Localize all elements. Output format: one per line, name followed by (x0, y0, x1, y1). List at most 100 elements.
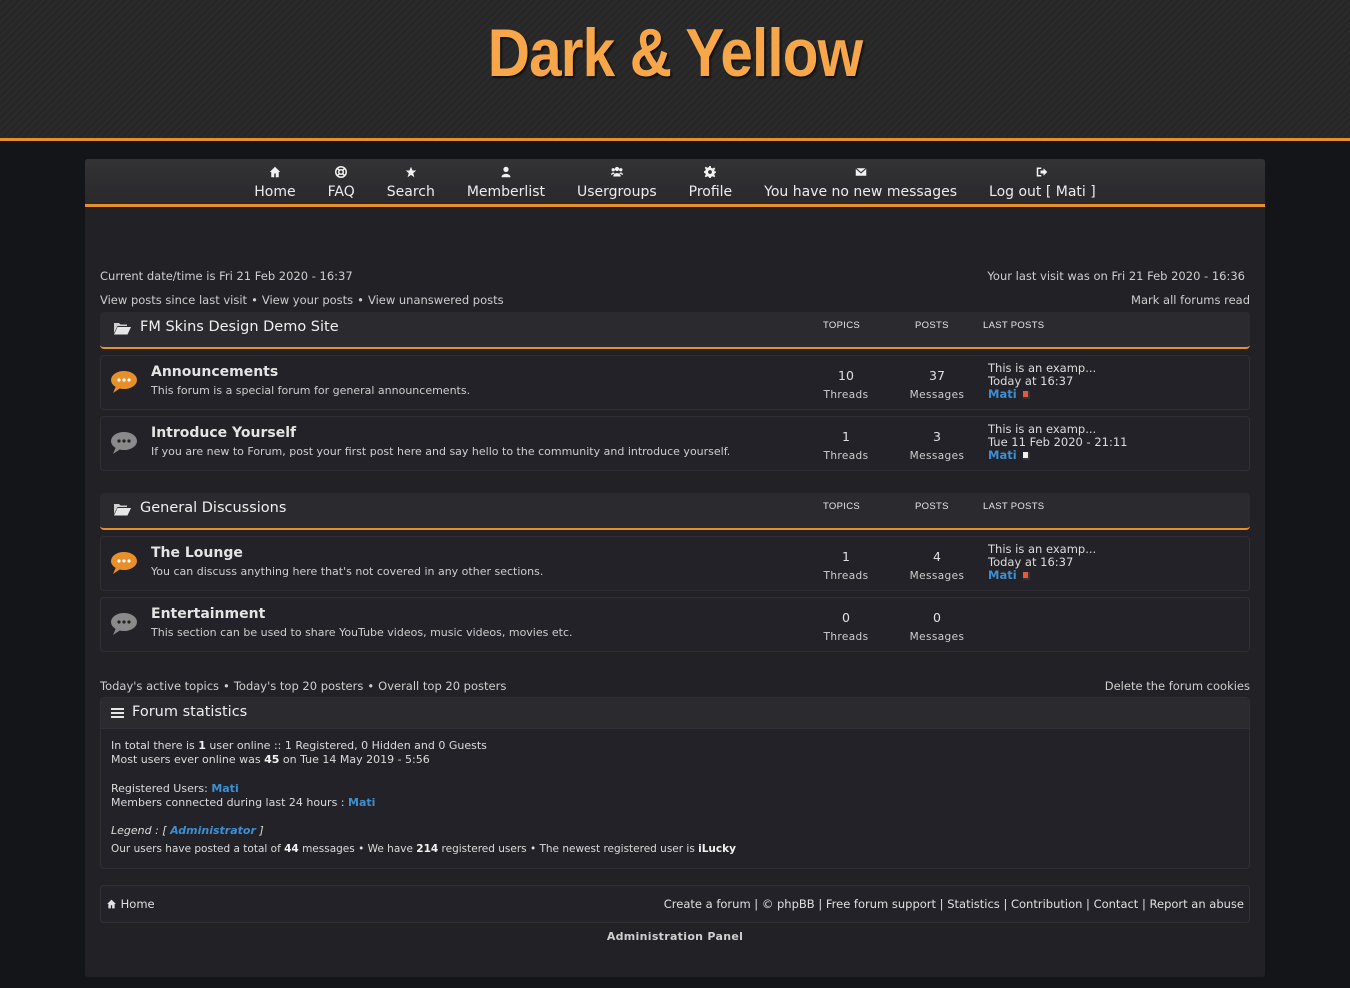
forum-row: Announcements This forum is a special fo… (100, 355, 1250, 410)
stats-title: Forum statistics (132, 704, 248, 720)
free-forum-support-link[interactable]: Free forum support (826, 897, 936, 911)
column-header-last-posts: LAST POSTS (983, 320, 1045, 331)
administration-panel-link[interactable]: Administration Panel (100, 930, 1250, 943)
view-unanswered-posts-link[interactable]: View unanswered posts (368, 293, 504, 307)
site-title[interactable]: Dark & Yellow (95, 14, 1256, 92)
posts-number: 4 (933, 549, 941, 564)
posts-label: Messages (909, 631, 965, 643)
separator: • (357, 293, 364, 307)
footer-bar: Home Create a forum | © phpBB | Free for… (100, 885, 1250, 923)
stats-body: In total there is 1 user online :: 1 Reg… (101, 729, 1249, 867)
nav-profile[interactable]: Profile (673, 165, 749, 200)
separator: • (367, 679, 375, 693)
registered-user-link[interactable]: Mati (211, 782, 238, 795)
nav-logout[interactable]: Log out [ Mati ] (973, 165, 1112, 200)
nav-label: Usergroups (577, 184, 657, 200)
legend-administrator-link[interactable]: Administrator (170, 824, 256, 837)
members-last-24h: Members connected during last 24 hours :… (111, 795, 376, 809)
forum-description: If you are new to Forum, post your first… (151, 445, 731, 458)
connected-user-link[interactable]: Mati (348, 796, 375, 809)
forum-statistics-panel: Forum statistics In total there is 1 use… (100, 697, 1250, 869)
nav-faq[interactable]: FAQ (312, 165, 371, 200)
report-abuse-link[interactable]: Report an abuse (1150, 897, 1244, 911)
site-header: Dark & Yellow (0, 0, 1350, 141)
last-post-user[interactable]: Mati (988, 448, 1017, 462)
column-header-topics: TOPICS (823, 501, 860, 512)
contact-link[interactable]: Contact (1094, 897, 1139, 911)
last-post: This is an examp... Today at 16:37 Mati (988, 362, 1096, 401)
users-online: In total there is 1 user online :: 1 Reg… (111, 739, 487, 752)
goto-last-post-icon[interactable] (1022, 572, 1030, 580)
posts-count: 0 Messages (897, 598, 977, 643)
list-icon (111, 708, 124, 720)
delete-cookies-link[interactable]: Delete the forum cookies (1105, 679, 1250, 693)
todays-active-topics-link[interactable]: Today's active topics (100, 679, 219, 693)
last-post: This is an examp... Today at 16:37 Mati (988, 543, 1096, 582)
logout-icon (1036, 165, 1048, 179)
goto-last-post-icon[interactable] (1022, 452, 1030, 460)
column-header-last-posts: LAST POSTS (983, 501, 1045, 512)
column-header-posts: POSTS (915, 501, 949, 512)
topics-label: Threads (823, 389, 869, 401)
forum-name[interactable]: The Lounge (151, 545, 243, 561)
view-posts-since-last-visit-link[interactable]: View posts since last visit (100, 293, 247, 307)
column-header-topics: TOPICS (823, 320, 860, 331)
footer-home-label: Home (120, 897, 155, 911)
forum-name[interactable]: Introduce Yourself (151, 425, 296, 441)
nav-home[interactable]: Home (238, 165, 311, 200)
nav-search[interactable]: Search (371, 165, 451, 200)
separator: • (223, 679, 230, 693)
forum-name[interactable]: Entertainment (151, 606, 265, 622)
mark-all-read-link[interactable]: Mark all forums read (1131, 293, 1250, 307)
users-icon (610, 165, 623, 179)
posts-count: 37 Messages (897, 356, 977, 401)
todays-top-posters-link[interactable]: Today's top 20 posters (234, 679, 364, 693)
time-info-row: Current date/time is Fri 21 Feb 2020 - 1… (100, 269, 1250, 283)
phpbb-link[interactable]: © phpBB (762, 897, 815, 911)
forum-read-icon (110, 612, 138, 639)
posts-number: 0 (933, 610, 941, 625)
last-post-user[interactable]: Mati (988, 568, 1017, 582)
stats-header: Forum statistics (101, 698, 1249, 729)
contribution-link[interactable]: Contribution (1011, 897, 1082, 911)
nav-memberlist[interactable]: Memberlist (451, 165, 561, 200)
star-icon (405, 165, 417, 179)
topics-label: Threads (823, 570, 869, 582)
bottom-links-row: Today's active topics • Today's top 20 pos… (100, 679, 1250, 693)
last-visit: Your last visit was on Fri 21 Feb 2020 -… (987, 269, 1245, 283)
forum-read-icon (110, 431, 138, 458)
forum-name[interactable]: Announcements (151, 364, 278, 380)
posts-number: 3 (933, 429, 941, 444)
statistics-link[interactable]: Statistics (947, 897, 1000, 911)
page-content: Current date/time is Fri 21 Feb 2020 - 1… (100, 269, 1250, 943)
folder-open-icon (114, 503, 131, 519)
posts-label: Messages (909, 450, 965, 462)
newest-user-link[interactable]: iLucky (698, 843, 736, 855)
gear-icon (704, 165, 717, 179)
footer-home-link[interactable]: Home (106, 897, 155, 911)
user-icon (500, 165, 512, 179)
topics-number: 1 (842, 549, 850, 564)
last-post-user[interactable]: Mati (988, 387, 1017, 401)
last-post: This is an examp... Tue 11 Feb 2020 - 21… (988, 423, 1127, 462)
topics-count: 1 Threads (806, 417, 886, 462)
posts-count: 3 Messages (897, 417, 977, 462)
create-forum-link[interactable]: Create a forum (664, 897, 751, 911)
nav-usergroups[interactable]: Usergroups (561, 165, 673, 200)
category-title[interactable]: General Discussions (140, 500, 286, 516)
view-your-posts-link[interactable]: View your posts (262, 293, 353, 307)
posts-number: 37 (929, 368, 945, 383)
category-title[interactable]: FM Skins Design Demo Site (140, 319, 339, 335)
lifebuoy-icon (335, 165, 348, 179)
overall-top-posters-link[interactable]: Overall top 20 posters (378, 679, 506, 693)
topics-count: 1 Threads (806, 537, 886, 582)
topics-label: Threads (823, 631, 869, 643)
posts-count: 4 Messages (897, 537, 977, 582)
goto-last-post-icon[interactable] (1022, 391, 1030, 399)
nav-label: Home (254, 184, 296, 200)
main-nav: Home FAQ Search Memberlist Usergroups Pr… (85, 159, 1265, 207)
quick-links-row: View posts since last visit • View your po… (100, 293, 1250, 307)
topics-count: 10 Threads (806, 356, 886, 401)
nav-messages[interactable]: You have no new messages (748, 165, 973, 200)
nav-label: Memberlist (466, 184, 545, 200)
